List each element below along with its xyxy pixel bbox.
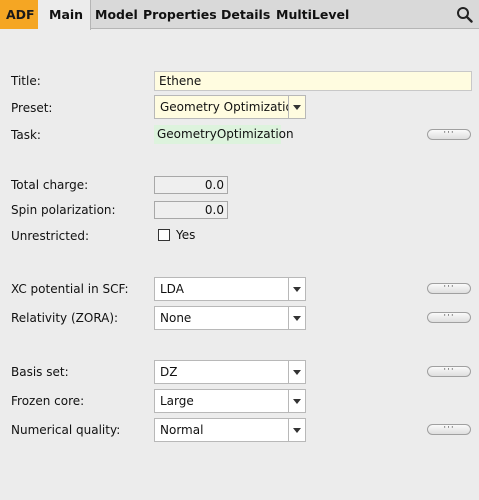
xc-potential-label: XC potential in SCF: bbox=[11, 282, 129, 296]
title-label: Title: bbox=[11, 74, 41, 88]
preset-label: Preset: bbox=[11, 101, 53, 115]
numerical-quality-more-button[interactable]: ··· bbox=[427, 424, 471, 435]
xc-potential-more-button[interactable]: ··· bbox=[427, 283, 471, 294]
chevron-down-icon[interactable] bbox=[288, 361, 305, 383]
tab-details[interactable]: Details bbox=[221, 0, 270, 29]
basis-set-more-button[interactable]: ··· bbox=[427, 366, 471, 377]
total-charge-input[interactable]: 0.0 bbox=[154, 176, 228, 194]
basis-set-select[interactable]: DZ bbox=[154, 360, 306, 384]
basis-set-label: Basis set: bbox=[11, 365, 69, 379]
relativity-label: Relativity (ZORA): bbox=[11, 311, 119, 325]
numerical-quality-label: Numerical quality: bbox=[11, 423, 121, 437]
unrestricted-checkbox-label[interactable]: Yes bbox=[176, 228, 195, 242]
relativity-value: None bbox=[160, 311, 192, 325]
relativity-select[interactable]: None bbox=[154, 306, 306, 330]
chevron-down-icon[interactable] bbox=[288, 96, 305, 118]
spin-polarization-input[interactable]: 0.0 bbox=[154, 201, 228, 219]
task-more-button[interactable]: ··· bbox=[427, 129, 471, 140]
frozen-core-select[interactable]: Large bbox=[154, 389, 306, 413]
task-value: GeometryOptimization bbox=[154, 125, 294, 144]
tab-properties[interactable]: Properties bbox=[143, 0, 217, 29]
preset-value: Geometry Optimization bbox=[160, 100, 301, 114]
title-input[interactable]: Ethene bbox=[154, 71, 472, 91]
search-icon[interactable] bbox=[456, 6, 473, 23]
xc-potential-value: LDA bbox=[160, 282, 184, 296]
chevron-down-icon[interactable] bbox=[288, 278, 305, 300]
chevron-down-icon[interactable] bbox=[288, 419, 305, 441]
unrestricted-checkbox[interactable] bbox=[158, 229, 170, 241]
unrestricted-label: Unrestricted: bbox=[11, 229, 90, 243]
tab-multilevel[interactable]: MultiLevel bbox=[276, 0, 349, 29]
spin-polarization-label: Spin polarization: bbox=[11, 203, 116, 217]
chevron-down-icon[interactable] bbox=[288, 390, 305, 412]
chevron-down-icon[interactable] bbox=[288, 307, 305, 329]
relativity-more-button[interactable]: ··· bbox=[427, 312, 471, 323]
xc-potential-select[interactable]: LDA bbox=[154, 277, 306, 301]
total-charge-label: Total charge: bbox=[11, 178, 89, 192]
preset-select[interactable]: Geometry Optimization bbox=[154, 95, 306, 119]
basis-set-value: DZ bbox=[160, 365, 178, 379]
task-label: Task: bbox=[11, 128, 41, 142]
frozen-core-label: Frozen core: bbox=[11, 394, 85, 408]
frozen-core-value: Large bbox=[160, 394, 194, 408]
numerical-quality-select[interactable]: Normal bbox=[154, 418, 306, 442]
tab-bar: ADF Main Model Properties Details MultiL… bbox=[0, 0, 479, 30]
tab-model[interactable]: Model bbox=[95, 0, 138, 29]
tab-main[interactable]: Main bbox=[38, 0, 92, 30]
numerical-quality-value: Normal bbox=[160, 423, 204, 437]
